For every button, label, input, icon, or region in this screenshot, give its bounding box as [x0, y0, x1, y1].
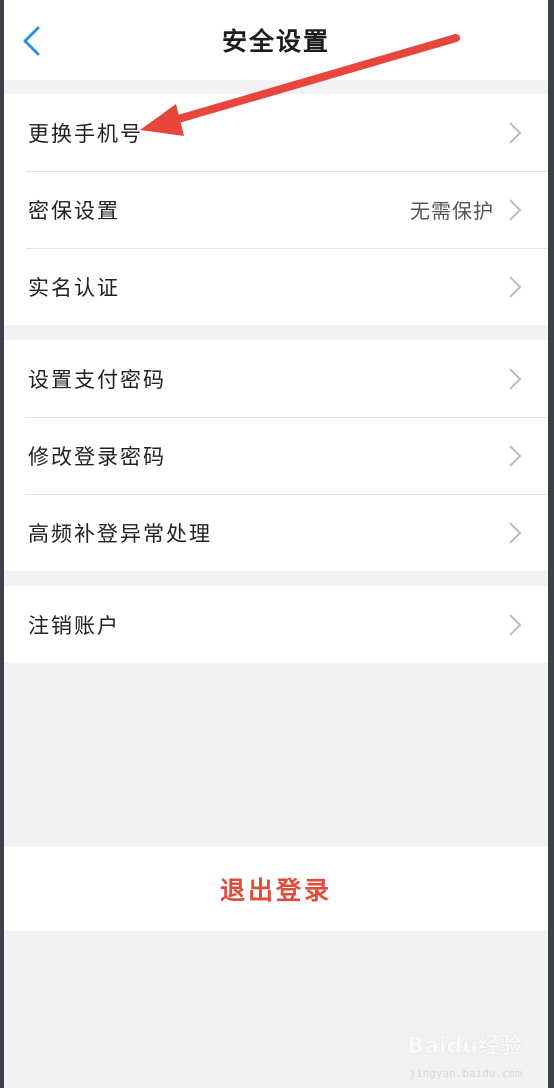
logout-button[interactable]: 退出登录	[4, 847, 548, 931]
settings-group-passwords: 设置支付密码 修改登录密码 高频补登异常处理	[4, 340, 548, 571]
app-screen: 安全设置 更换手机号 密保设置 无需保护 实名认证 设置支付密码 修改登录密码 …	[4, 0, 548, 1088]
page-title: 安全设置	[221, 27, 330, 56]
chevron-right-icon	[509, 199, 522, 221]
watermark-url: jingyan.baidu.com	[409, 1067, 522, 1080]
menu-item-real-name-verification[interactable]: 实名认证	[4, 248, 548, 325]
navigation-bar: 安全设置	[4, 0, 548, 80]
menu-item-label: 修改登录密码	[28, 444, 166, 469]
menu-item-label: 高频补登异常处理	[28, 521, 212, 546]
menu-item-security-question[interactable]: 密保设置 无需保护	[4, 171, 548, 248]
menu-item-change-phone[interactable]: 更换手机号	[4, 94, 548, 171]
settings-group-account-deletion: 注销账户	[4, 586, 548, 663]
menu-item-label: 注销账户	[28, 613, 120, 638]
chevron-right-icon	[509, 445, 522, 467]
chevron-right-icon	[509, 276, 522, 298]
menu-item-label: 密保设置	[28, 198, 120, 223]
settings-group-account: 更换手机号 密保设置 无需保护 实名认证	[4, 94, 548, 325]
watermark-logo: Baidu经验	[407, 1034, 522, 1059]
menu-item-label: 实名认证	[28, 275, 120, 300]
menu-item-set-payment-password[interactable]: 设置支付密码	[4, 340, 548, 417]
chevron-right-icon	[509, 122, 522, 144]
menu-item-frequent-login-exception[interactable]: 高频补登异常处理	[4, 494, 548, 571]
menu-item-label: 设置支付密码	[28, 367, 166, 392]
menu-item-value: 无需保护	[410, 199, 494, 223]
menu-item-delete-account[interactable]: 注销账户	[4, 586, 548, 663]
logout-label: 退出登录	[219, 876, 332, 905]
menu-item-label: 更换手机号	[28, 121, 143, 146]
chevron-right-icon	[509, 522, 522, 544]
menu-item-change-login-password[interactable]: 修改登录密码	[4, 417, 548, 494]
chevron-right-icon	[509, 614, 522, 636]
chevron-right-icon	[509, 368, 522, 390]
